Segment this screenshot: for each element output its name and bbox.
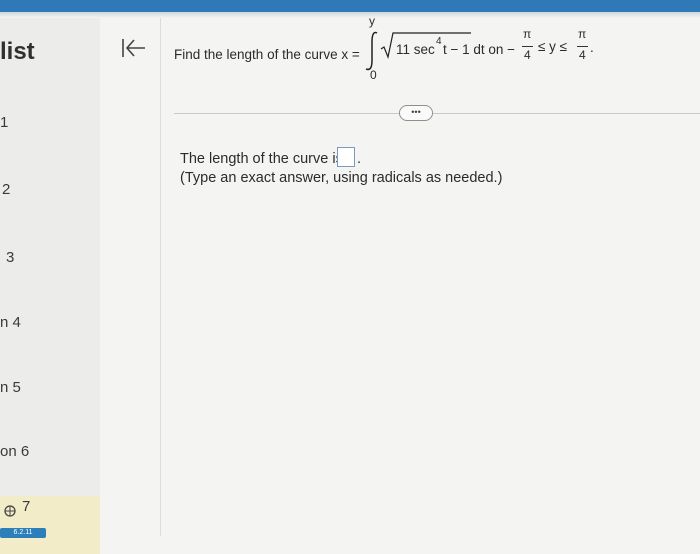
sidebar-item-1[interactable]: 1: [0, 114, 8, 131]
sidebar-item-7-active[interactable]: 7: [0, 496, 100, 554]
frac1-denominator: 4: [524, 48, 531, 62]
sidebar-item-7: 7: [22, 498, 31, 515]
more-options-button[interactable]: •••: [399, 105, 433, 121]
integral-lower-limit: 0: [370, 68, 377, 82]
frac1-line: [522, 46, 533, 47]
frac2-denominator: 4: [579, 48, 586, 62]
sidebar-title: list: [0, 38, 35, 65]
sidebar-item-2[interactable]: 2: [2, 181, 10, 198]
answer-instructions: (Type an exact answer, using radicals as…: [180, 170, 503, 186]
integrand-coefficient: 11 sec: [396, 42, 435, 57]
prompt-end-period: .: [590, 40, 594, 55]
question-prompt: Find the length of the curve x =: [174, 47, 360, 62]
inequality-text: ≤ y ≤: [538, 39, 568, 54]
answer-period: .: [357, 151, 362, 167]
question-divider: [174, 113, 700, 114]
top-bar: [0, 0, 700, 12]
sidebar-item-5[interactable]: n 5: [0, 379, 21, 396]
answer-input[interactable]: [337, 147, 355, 167]
partial-credit-icon: [4, 505, 16, 517]
integrand-rest: t − 1 dt on −: [443, 42, 516, 57]
sidebar-item-4[interactable]: n 4: [0, 314, 21, 331]
question-list-sidebar: list 1 2 3 n 4 n 5 on 6 7 6.2.11: [0, 18, 100, 554]
frac2-line: [577, 46, 588, 47]
collapse-sidebar-icon[interactable]: [118, 36, 148, 60]
top-bar-shadow: [0, 12, 700, 18]
integral-upper-limit: y: [369, 14, 375, 28]
integrand-exponent: 4: [436, 36, 442, 47]
sidebar-item-3[interactable]: 3: [6, 249, 14, 266]
answer-label: The length of the curve is: [180, 151, 343, 167]
sidebar-item-6[interactable]: on 6: [0, 443, 29, 460]
frac1-numerator: π: [523, 27, 532, 41]
sidebar-divider: [160, 18, 161, 536]
section-badge: 6.2.11: [0, 528, 46, 538]
frac2-numerator: π: [578, 27, 587, 41]
integral-sign-icon: [365, 31, 378, 71]
